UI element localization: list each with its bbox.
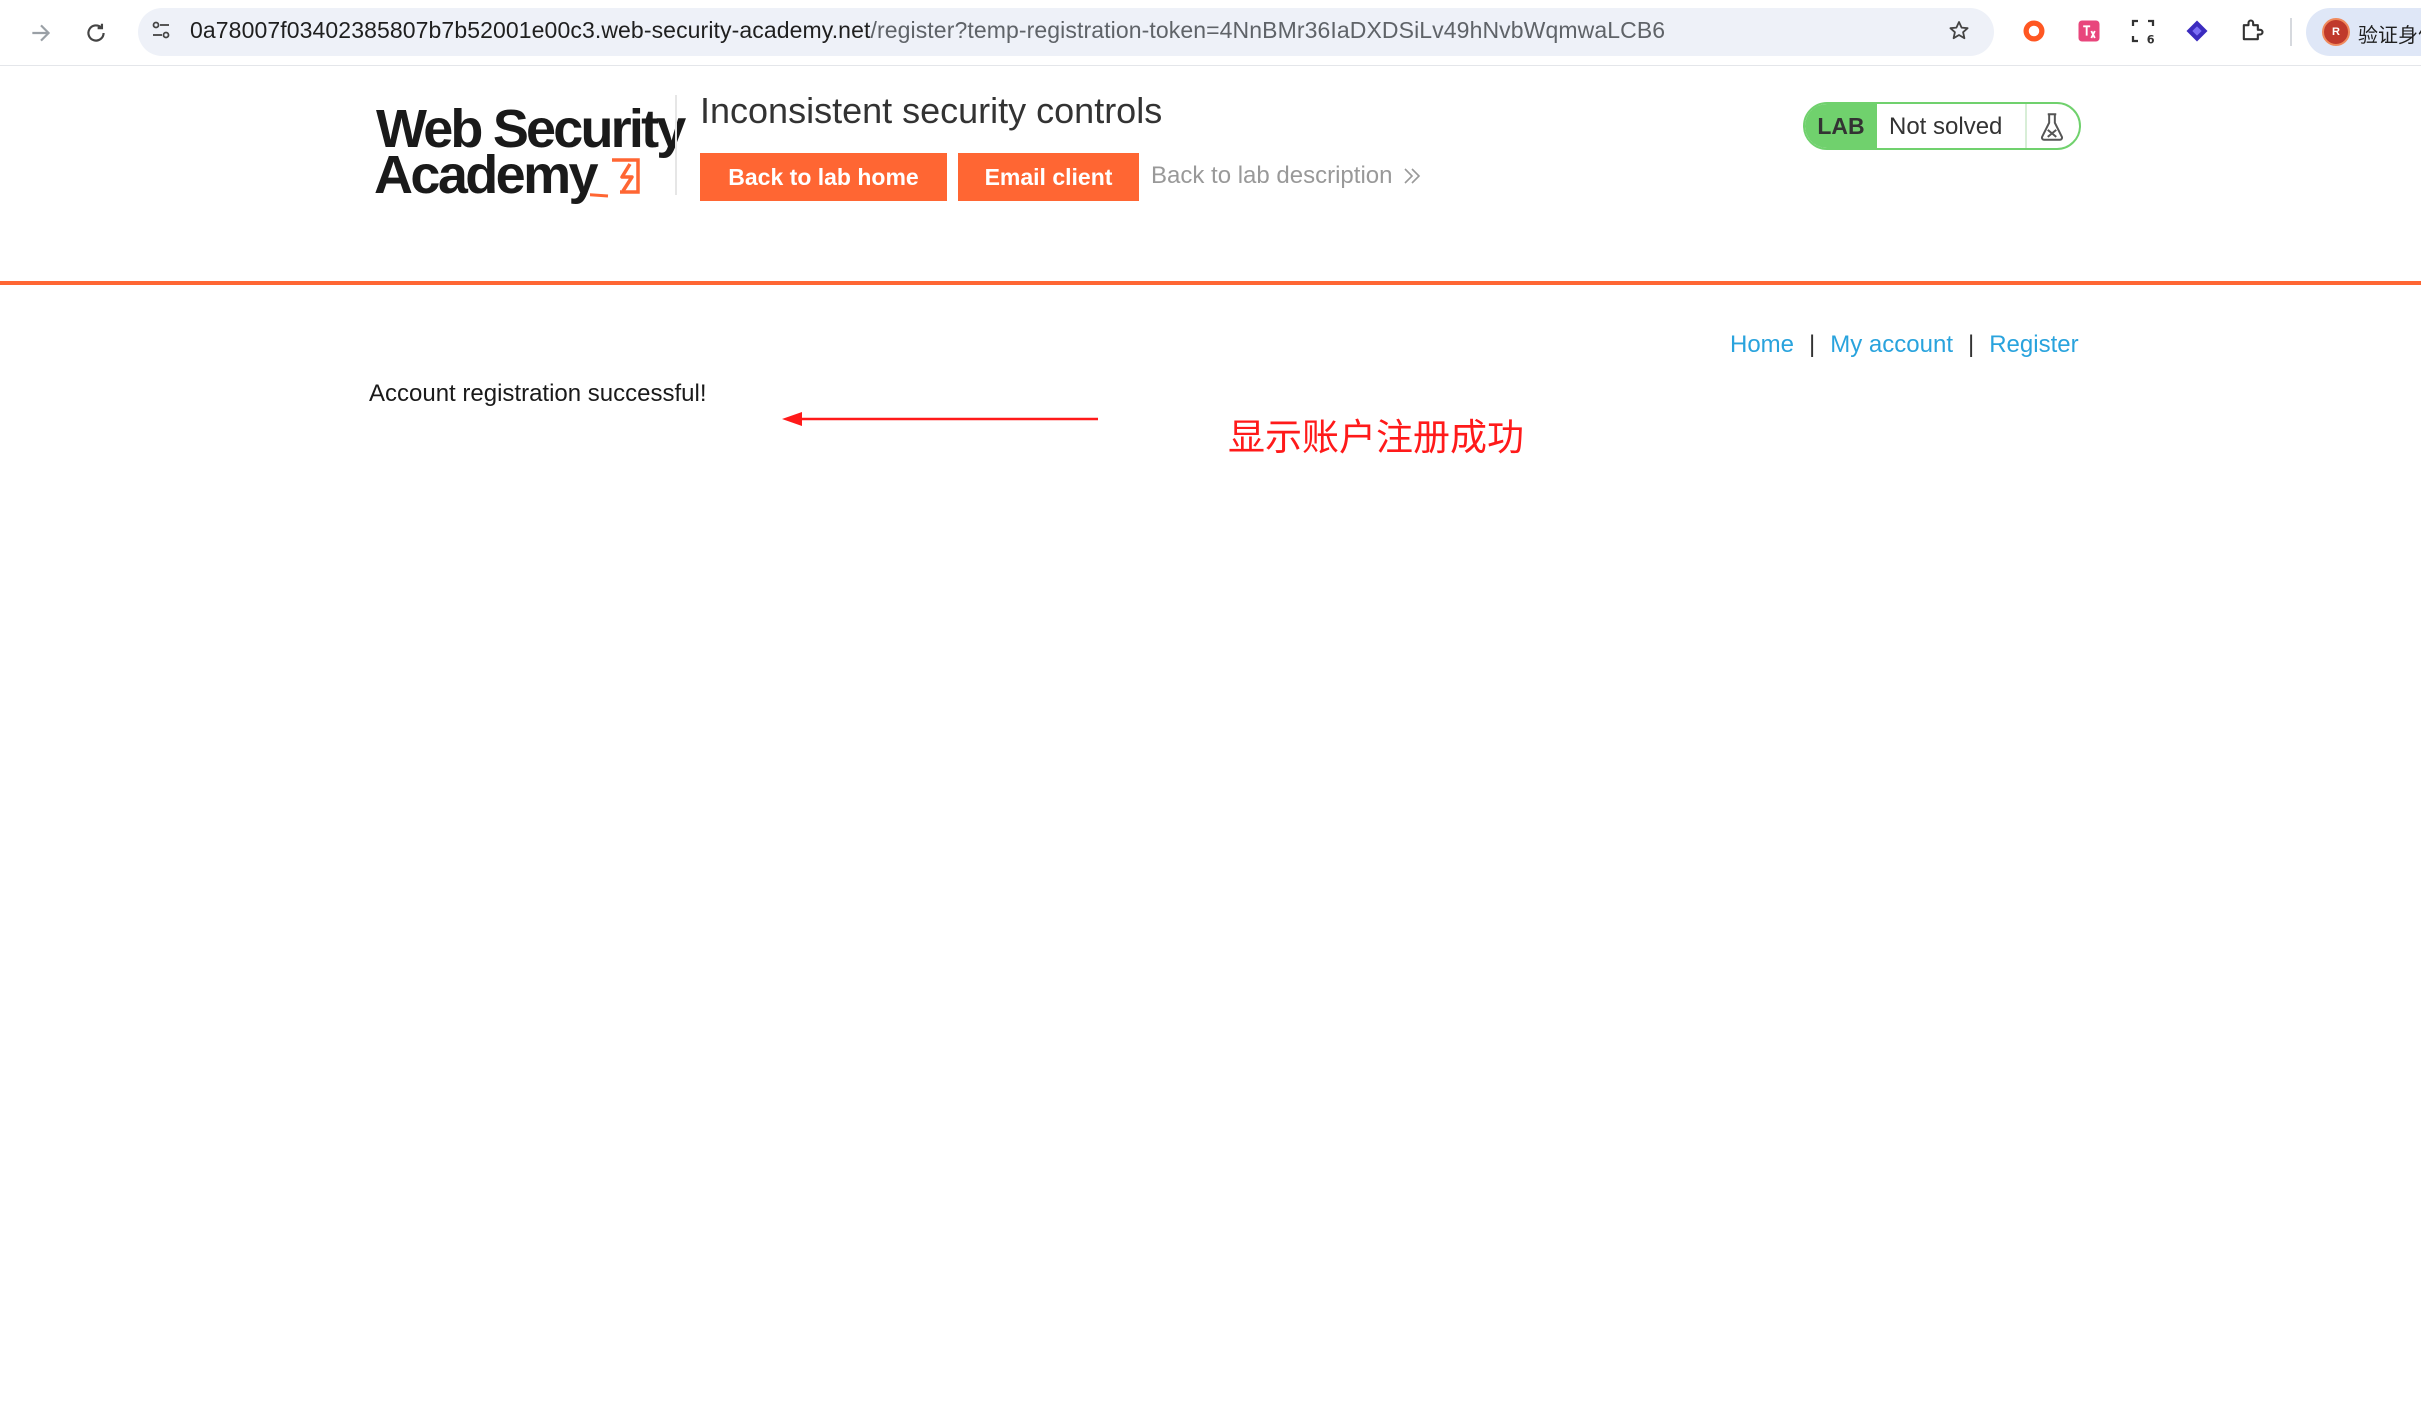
home-link[interactable]: Home <box>1730 331 1794 358</box>
lab-status-divider <box>2025 104 2027 148</box>
logo-bolt-icon <box>590 158 640 198</box>
profile-avatar-text: R <box>2332 26 2340 38</box>
layers-extension-icon[interactable] <box>2181 15 2213 47</box>
extensions-puzzle-icon[interactable] <box>2236 15 2268 47</box>
registration-success-message: Account registration successful! <box>369 380 707 407</box>
back-to-lab-description-link[interactable]: Back to lab description <box>1151 162 1392 190</box>
lab-title: Inconsistent security controls <box>700 90 1163 131</box>
bookmark-star-icon[interactable] <box>1944 16 1974 46</box>
url-path: /register?temp-registration-token=4NnBMr… <box>870 17 1666 43</box>
my-account-link[interactable]: My account <box>1830 331 1953 358</box>
top-navigation: Home | My account | Register <box>1730 331 2079 359</box>
ext-badge-count: 6 <box>2147 34 2155 47</box>
profile-avatar[interactable]: R <box>2322 18 2350 46</box>
email-client-button[interactable]: Email client <box>958 153 1139 201</box>
url-host: 0a78007f03402385807b7b52001e00c3.web-sec… <box>190 17 871 43</box>
forward-icon[interactable] <box>22 14 60 52</box>
record-extension-icon[interactable] <box>2018 15 2050 47</box>
back-to-lab-home-button[interactable]: Back to lab home <box>700 153 947 201</box>
lab-status-text: Not solved <box>1889 113 2003 140</box>
lab-badge: LAB <box>1805 104 1877 148</box>
nav-separator: | <box>1809 331 1816 358</box>
web-security-academy-logo[interactable]: Web Security Academy <box>370 98 686 208</box>
header-orange-rule <box>0 281 2421 285</box>
double-chevron-right-icon[interactable] <box>1400 164 1424 188</box>
url-text[interactable]: 0a78007f03402385807b7b52001e00c3.web-sec… <box>190 17 1665 44</box>
toolbar-divider <box>2290 18 2292 46</box>
screenshot-extension-icon[interactable]: 6 <box>2127 15 2159 47</box>
annotation-text: 显示账户注册成功 <box>1228 416 1524 459</box>
profile-label[interactable]: 验证身份 <box>2358 19 2421 48</box>
logo-line-2: Academy <box>374 145 599 205</box>
annotation-arrow <box>782 412 1098 426</box>
reload-icon[interactable] <box>77 14 115 52</box>
site-info-icon[interactable] <box>146 15 176 45</box>
browser-toolbar: 0a78007f03402385807b7b52001e00c3.web-sec… <box>0 0 2421 66</box>
flask-icon <box>2040 113 2064 141</box>
translate-extension-icon[interactable] <box>2073 15 2105 47</box>
header-divider <box>675 95 677 195</box>
lab-status-widget: LAB Not solved <box>1803 102 2081 150</box>
register-link[interactable]: Register <box>1989 331 2078 358</box>
nav-separator: | <box>1967 331 1975 358</box>
